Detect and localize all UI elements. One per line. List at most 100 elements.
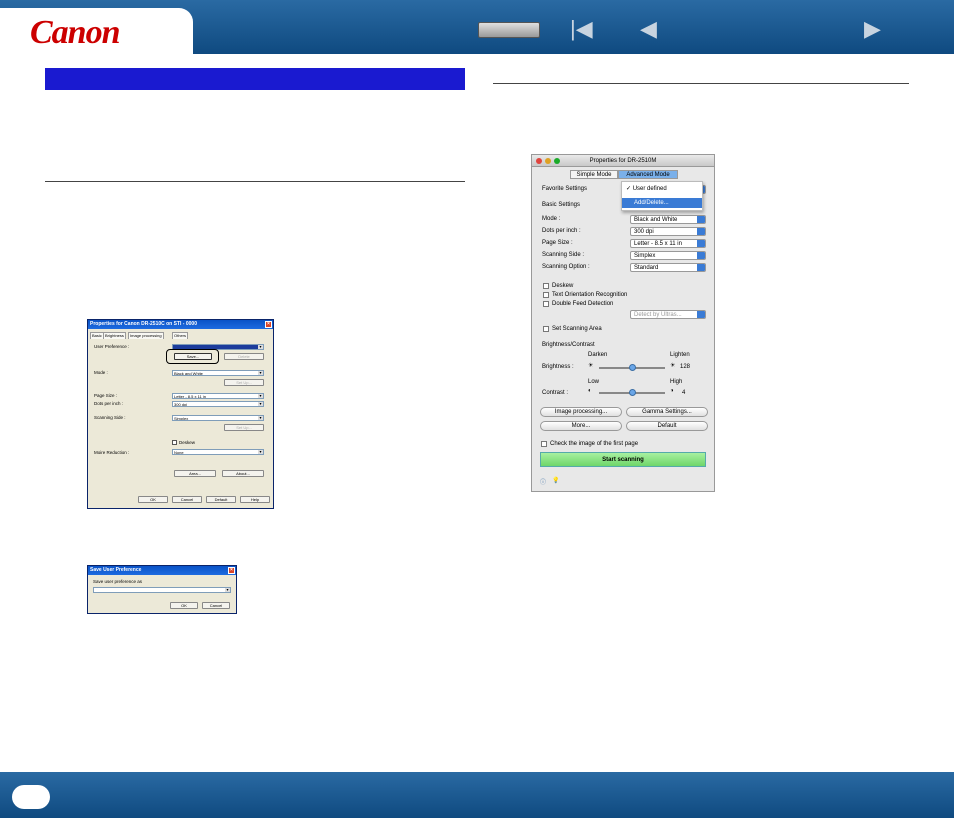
mode-select[interactable]: Black and White bbox=[630, 215, 706, 224]
dpi-label: Dots per inch : bbox=[542, 228, 581, 234]
delete-button[interactable]: Delete bbox=[224, 353, 264, 360]
user-preference-label: User Preference : bbox=[94, 344, 130, 349]
scanning-option-select[interactable]: Standard bbox=[630, 263, 706, 272]
lighten-label: Lighten bbox=[670, 352, 690, 358]
simple-mode-tab[interactable]: Simple Mode bbox=[570, 170, 618, 179]
first-page-icon[interactable]: |◀ bbox=[570, 16, 593, 42]
mode-label: Mode : bbox=[94, 370, 108, 375]
deskew-label: Deskew bbox=[179, 440, 196, 445]
deskew-checkbox[interactable] bbox=[172, 440, 177, 445]
bottom-banner bbox=[0, 772, 954, 818]
scanning-side-label: Scanning Side : bbox=[542, 252, 585, 258]
ok-button[interactable]: OK bbox=[138, 496, 168, 503]
set-area-label: Set Scanning Area bbox=[552, 326, 602, 332]
zoom-icon[interactable] bbox=[554, 158, 560, 164]
moire-label: Moire Reduction : bbox=[94, 450, 130, 455]
low-label: Low bbox=[588, 379, 600, 385]
info-icon[interactable]: ⓘ bbox=[540, 477, 546, 486]
mode-select[interactable]: Black and White bbox=[172, 370, 264, 376]
help-button[interactable]: Help bbox=[240, 496, 270, 503]
tip-icon[interactable]: 💡 bbox=[552, 477, 559, 484]
moire-select[interactable]: None bbox=[172, 449, 264, 455]
page-size-label: Page Size : bbox=[94, 393, 118, 398]
tab-others[interactable]: Others bbox=[172, 332, 189, 339]
area-button[interactable]: Area... bbox=[174, 470, 216, 477]
more-button[interactable]: More... bbox=[540, 421, 622, 431]
detect-by-select[interactable]: Detect by Ultras... bbox=[630, 310, 706, 319]
canon-logo: Canon bbox=[30, 14, 120, 51]
sun-dim-icon: ☀ bbox=[588, 363, 594, 369]
dpi-label: Dots per inch : bbox=[94, 401, 124, 406]
check-first-page-checkbox[interactable] bbox=[541, 441, 547, 447]
start-scanning-button[interactable]: Start scanning bbox=[540, 452, 706, 467]
scanning-option-label: Scanning Option : bbox=[542, 264, 590, 270]
gamma-settings-button[interactable]: Gamma Settings... bbox=[626, 407, 708, 417]
setup-button-2[interactable]: Set Up... bbox=[224, 424, 264, 431]
cancel-button[interactable]: Cancel bbox=[202, 602, 230, 609]
cancel-button[interactable]: Cancel bbox=[172, 496, 202, 503]
preference-name-input[interactable] bbox=[93, 587, 231, 593]
toc-button[interactable] bbox=[478, 22, 540, 38]
tab-basic[interactable]: Basic bbox=[90, 332, 104, 339]
page-size-select[interactable]: Letter - 8.5 x 11 in bbox=[172, 393, 264, 399]
tab-brightness[interactable]: Brightness bbox=[103, 332, 126, 339]
page-number-pill bbox=[12, 785, 50, 809]
brightness-label: Brightness : bbox=[542, 364, 574, 370]
divider bbox=[493, 83, 909, 84]
ok-button[interactable]: OK bbox=[170, 602, 198, 609]
about-button[interactable]: About... bbox=[222, 470, 264, 477]
close-icon[interactable] bbox=[536, 158, 542, 164]
setup-button[interactable]: Set Up... bbox=[224, 379, 264, 386]
brightness-contrast-label: Brightness/Contrast bbox=[542, 342, 595, 348]
dialog-title: Properties for Canon DR-2510C on STI - 0… bbox=[90, 321, 197, 327]
favorite-settings-label: Favorite Settings bbox=[542, 186, 588, 192]
favorite-settings-menu: ✓ User defined Add/Delete... bbox=[621, 181, 703, 211]
set-area-checkbox[interactable] bbox=[543, 326, 549, 332]
default-button[interactable]: Default bbox=[206, 496, 236, 503]
dialog-title-bar: Properties for Canon DR-2510C on STI - 0… bbox=[88, 320, 273, 329]
dpi-select[interactable]: 300 dpi bbox=[172, 401, 264, 407]
darken-label: Darken bbox=[588, 352, 608, 358]
advanced-mode-tab[interactable]: Advanced Mode bbox=[618, 170, 678, 179]
windows-properties-dialog: Properties for Canon DR-2510C on STI - 0… bbox=[87, 319, 274, 509]
contrast-value: 4 bbox=[682, 390, 686, 396]
dpi-select[interactable]: 300 dpi bbox=[630, 227, 706, 236]
deskew-checkbox[interactable] bbox=[543, 283, 549, 289]
tab-image-processing[interactable]: Image processing bbox=[128, 332, 164, 339]
scanning-side-select[interactable]: Simplex bbox=[172, 415, 264, 421]
dialog-title-bar: Save User Preference × bbox=[88, 566, 236, 575]
forward-icon[interactable]: ▶ bbox=[864, 16, 881, 42]
close-icon[interactable]: × bbox=[265, 321, 272, 328]
save-preference-dialog: Save User Preference × Save user preferen… bbox=[87, 565, 237, 614]
minimize-icon[interactable] bbox=[545, 158, 551, 164]
contrast-knob[interactable] bbox=[629, 389, 636, 396]
sun-bright-icon: ☀ bbox=[670, 363, 676, 369]
dialog-title: Properties for DR-2510M bbox=[589, 158, 657, 164]
page-size-select[interactable]: Letter - 8.5 x 11 in bbox=[630, 239, 706, 248]
default-button[interactable]: Default bbox=[626, 421, 708, 431]
deskew-label: Deskew bbox=[552, 283, 574, 289]
double-feed-checkbox[interactable] bbox=[543, 301, 549, 307]
back-icon[interactable]: ◀ bbox=[640, 16, 657, 42]
scanning-side-select[interactable]: Simplex bbox=[630, 251, 706, 260]
close-icon[interactable]: × bbox=[228, 567, 235, 574]
check-first-page-label: Check the image of the first page bbox=[550, 441, 639, 447]
divider bbox=[45, 181, 465, 182]
contrast-low-icon: ◐ bbox=[588, 388, 592, 394]
menu-item-add-delete[interactable]: Add/Delete... bbox=[622, 198, 702, 208]
menu-item-user-defined[interactable]: ✓ User defined bbox=[622, 182, 702, 196]
brightness-knob[interactable] bbox=[629, 364, 636, 371]
high-label: High bbox=[670, 379, 683, 385]
page-size-label: Page Size : bbox=[542, 240, 573, 246]
basic-settings-label: Basic Settings bbox=[542, 202, 581, 208]
contrast-label: Contrast : bbox=[542, 390, 569, 396]
double-feed-label: Double Feed Detection bbox=[552, 301, 614, 307]
text-orientation-label: Text Orientation Recognition bbox=[552, 292, 628, 298]
brightness-value: 128 bbox=[680, 364, 691, 370]
scanning-side-label: Scanning Side : bbox=[94, 415, 126, 420]
dialog-title-bar: Properties for DR-2510M bbox=[532, 155, 714, 167]
image-processing-button[interactable]: Image processing... bbox=[540, 407, 622, 417]
preference-name-label: Save user preference as bbox=[93, 579, 143, 584]
text-orientation-checkbox[interactable] bbox=[543, 292, 549, 298]
mode-label: Mode : bbox=[542, 216, 561, 222]
